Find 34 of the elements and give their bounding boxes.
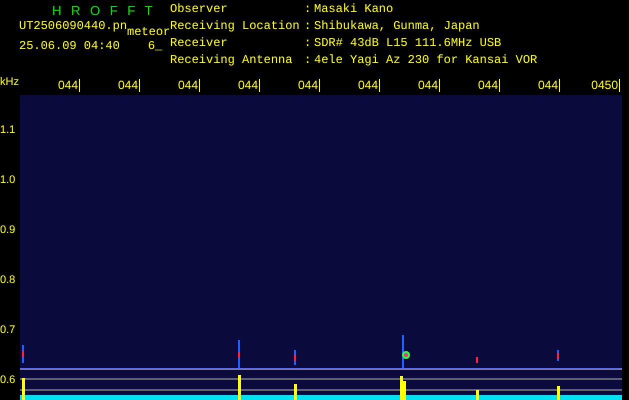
time-label: 044 <box>118 79 140 92</box>
info-value: SDR# 43dB L15 111.6MHz USB <box>314 38 502 52</box>
count-value: 6_ <box>148 40 162 53</box>
time-label: 044 <box>478 79 500 92</box>
info-separator: : <box>304 21 312 35</box>
date-time: 25.06.09 04:40 <box>19 40 120 53</box>
info-label: Receiving Antenna <box>170 55 294 69</box>
time-label: 044 <box>418 79 440 92</box>
info-separator: : <box>304 55 312 69</box>
info-label: Receiving Location <box>170 21 301 35</box>
time-label: 0450 <box>591 79 620 92</box>
time-label: 044 <box>178 79 200 92</box>
frequency-label: 0.9 <box>0 224 16 236</box>
frequency-label: 0.8 <box>0 274 16 286</box>
time-label: 044 <box>58 79 80 92</box>
time-label: 044 <box>298 79 320 92</box>
info-separator: : <box>304 38 312 52</box>
frequency-label: 0.6 <box>0 374 16 386</box>
file-name: UT2506090440.pn <box>19 20 128 33</box>
axis-unit: kHz <box>0 75 20 88</box>
info-value: Masaki Kano <box>314 4 394 18</box>
frequency-label: 1.0 <box>0 174 16 186</box>
info-label: Observer <box>170 4 229 18</box>
app-title: H R O F F T <box>51 4 157 17</box>
time-label: 044 <box>238 79 260 92</box>
info-value: Shibukawa, Gunma, Japan <box>314 21 481 35</box>
frequency-label: 0.7 <box>0 324 16 336</box>
time-label: 044 <box>358 79 380 92</box>
info-separator: : <box>304 4 312 18</box>
info-label: Receiver <box>170 38 229 52</box>
time-label: 044 <box>538 79 560 92</box>
frequency-label: 1.1 <box>0 124 16 136</box>
info-value: 4ele Yagi Az 230 for Kansai VOR <box>314 55 538 69</box>
mode-label: meteor <box>127 26 170 38</box>
